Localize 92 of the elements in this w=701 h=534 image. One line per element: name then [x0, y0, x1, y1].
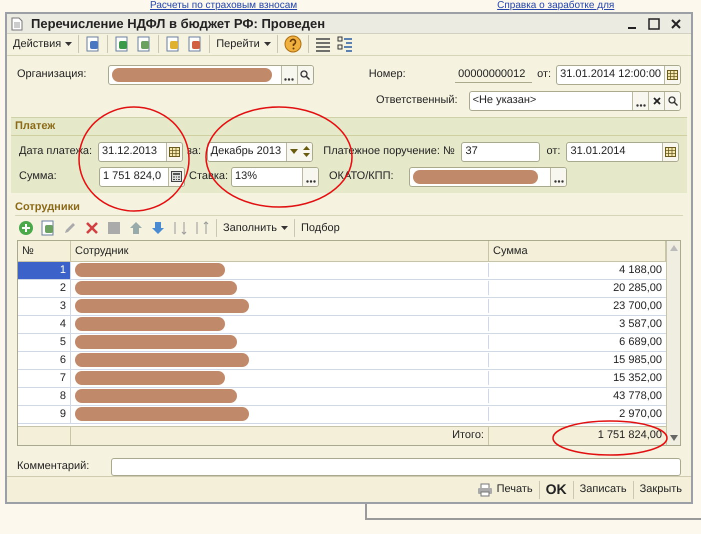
spinner-icon[interactable] — [300, 142, 312, 161]
printer-icon — [476, 482, 493, 497]
field-value: Декабрь 2013 — [210, 144, 282, 160]
field-value: 31.12.2013 — [100, 144, 158, 160]
amount-cell-text: 15 352,00 — [612, 371, 663, 386]
field-label: Ответственный: — [376, 93, 459, 108]
responsible-field[interactable]: <Не указан> — [468, 90, 681, 111]
row-number-cell[interactable]: 4 — [18, 316, 71, 333]
field-value: <Не указан> — [472, 93, 538, 108]
amount-cell-text: 43 778,00 — [612, 389, 663, 404]
number-value: 00000000012 — [455, 66, 532, 84]
search-icon[interactable] — [296, 66, 313, 84]
search-icon[interactable] — [664, 92, 680, 110]
row-number-cell[interactable]: 9 — [18, 406, 71, 423]
document-icon — [11, 16, 23, 30]
column-header[interactable]: Сотрудник — [71, 240, 489, 261]
field-label: Комментарий: — [17, 459, 90, 474]
okato-field[interactable] — [409, 166, 567, 187]
sum-field[interactable]: 1 751 824,0 — [99, 166, 185, 187]
row-number-cell[interactable]: 7 — [18, 370, 71, 387]
background-link[interactable]: Справка о заработке для — [497, 0, 614, 12]
footer-button[interactable]: Записать — [576, 481, 630, 498]
comment-field[interactable] — [111, 458, 681, 476]
ellipsis-icon[interactable] — [550, 168, 566, 186]
column-header[interactable]: № — [18, 240, 71, 261]
field-value: 1 751 824,0 — [102, 169, 162, 184]
total-label: Итого: — [71, 426, 489, 445]
section-title: Платеж — [11, 118, 687, 136]
section-title: Сотрудники — [15, 198, 683, 216]
row-number-cell[interactable]: 6 — [18, 352, 71, 369]
amount-cell-text: 2 970,00 — [618, 407, 663, 422]
footer-button[interactable]: Закрыть — [636, 481, 685, 498]
amount-cell-text: 20 285,00 — [612, 281, 663, 296]
delete-icon[interactable] — [84, 220, 100, 236]
row-number-cell[interactable]: 5 — [18, 334, 71, 351]
row-number-cell[interactable]: 3 — [18, 298, 71, 315]
ellipsis-icon[interactable] — [632, 92, 648, 110]
background-link[interactable]: Расчеты по страховым взносам — [150, 0, 298, 12]
calendar-icon[interactable] — [662, 142, 678, 161]
calculator-icon[interactable] — [168, 168, 184, 186]
close-icon[interactable] — [670, 18, 682, 30]
caret-icon — [264, 42, 271, 46]
maximize-icon[interactable] — [648, 18, 660, 30]
date-field[interactable]: 31.01.2014 12:00:00 — [556, 64, 681, 85]
sort-ascending-icon[interactable] — [172, 220, 188, 236]
organization-field[interactable] — [108, 64, 314, 85]
period-field[interactable]: Декабрь 2013 — [206, 142, 314, 162]
list-icon[interactable] — [314, 36, 331, 52]
row-number-cell[interactable]: 2 — [18, 280, 71, 297]
amount-cell-text: 15 985,00 — [612, 353, 663, 368]
rate-field[interactable]: 13% — [231, 166, 319, 187]
field-value: 13% — [234, 169, 258, 184]
row-number-cell[interactable]: 1 — [18, 262, 71, 279]
actions-menu[interactable]: Действия — [10, 36, 76, 53]
payment-date-field[interactable]: 31.12.2013 — [98, 142, 183, 162]
add-icon[interactable] — [18, 220, 34, 236]
goto-menu[interactable]: Перейти — [213, 36, 274, 53]
amount-cell-text: 4 188,00 — [618, 263, 663, 278]
sort-descending-icon[interactable] — [194, 220, 210, 236]
clear-icon[interactable] — [648, 92, 664, 110]
caret-icon — [281, 226, 288, 230]
order-date-field[interactable]: 31.01.2014 — [566, 142, 680, 162]
field-value: 37 — [464, 144, 479, 160]
print-button[interactable]: Печать — [474, 481, 536, 498]
footer-button[interactable]: OK — [542, 479, 570, 500]
field-label: от: — [546, 144, 560, 160]
field-label: Номер: — [368, 67, 407, 82]
help-icon[interactable] — [284, 35, 302, 54]
window-title: Перечисление НДФЛ в бюджет РФ: Проведен — [31, 14, 326, 33]
caret-icon — [65, 42, 72, 46]
pick-button[interactable]: Подбор — [298, 220, 343, 236]
scroll-down-icon[interactable] — [670, 434, 678, 441]
fill-menu[interactable]: Заполнить — [220, 220, 292, 236]
amount-cell-text: 6 689,00 — [618, 335, 663, 350]
scrollbar[interactable] — [666, 240, 680, 445]
ellipsis-icon[interactable] — [302, 168, 318, 186]
field-value: 31.01.2014 — [569, 144, 627, 160]
field-value: 31.01.2014 12:00:00 — [559, 67, 662, 82]
order-number-field[interactable]: 37 — [461, 142, 540, 162]
amount-cell-text: 3 587,00 — [618, 317, 663, 332]
dropdown-icon[interactable] — [286, 142, 300, 161]
field-label: Сумма: — [19, 169, 58, 184]
calendar-icon[interactable] — [166, 142, 182, 161]
total-value: 1 751 824,00 — [598, 428, 662, 441]
field-label: Организация: — [17, 67, 88, 82]
down-arrow-icon[interactable] — [150, 220, 166, 236]
calendar-icon[interactable] — [664, 66, 680, 84]
field-label: от: — [537, 67, 552, 82]
row-number-cell[interactable]: 8 — [18, 388, 71, 405]
checklist-icon[interactable] — [336, 36, 353, 52]
ellipsis-icon[interactable] — [280, 66, 297, 84]
amount-cell-text: 23 700,00 — [612, 299, 663, 314]
